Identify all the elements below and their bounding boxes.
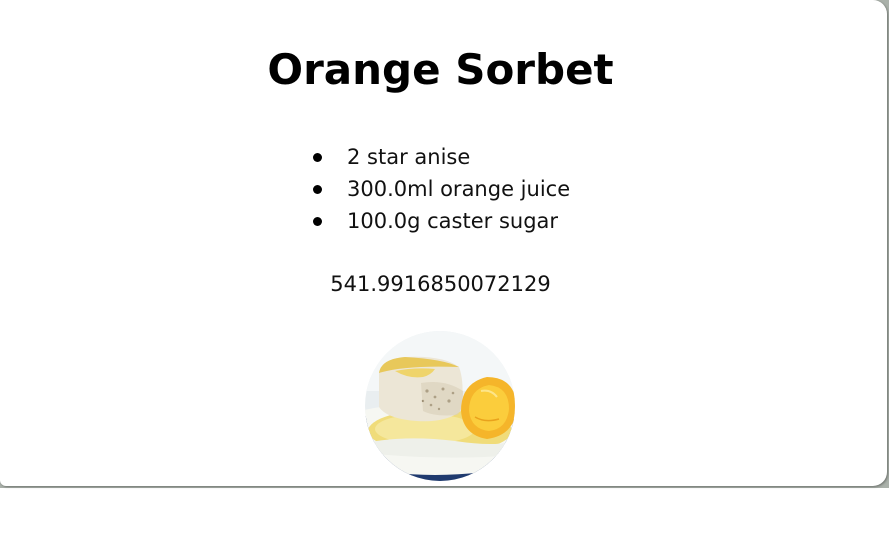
- ingredient-text: 2 star anise: [347, 145, 471, 169]
- recipe-card: Orange Sorbet 2 star anise 300.0ml orang…: [0, 0, 887, 486]
- sorbet-photo: [365, 331, 515, 481]
- ingredient-text: 100.0g caster sugar: [347, 209, 559, 233]
- bullet-icon: [313, 153, 322, 162]
- bullet-icon: [313, 185, 322, 194]
- calorie-value: 541.9916850072129: [330, 272, 551, 296]
- list-item: 100.0g caster sugar: [308, 205, 570, 237]
- recipe-image: [365, 331, 515, 481]
- recipe-title: Orange Sorbet: [267, 45, 614, 94]
- list-item: 300.0ml orange juice: [308, 173, 570, 205]
- ingredient-text: 300.0ml orange juice: [347, 177, 571, 201]
- ingredient-list: 2 star anise 300.0ml orange juice 100.0g…: [308, 141, 570, 237]
- list-item: 2 star anise: [308, 141, 570, 173]
- bullet-icon: [313, 217, 322, 226]
